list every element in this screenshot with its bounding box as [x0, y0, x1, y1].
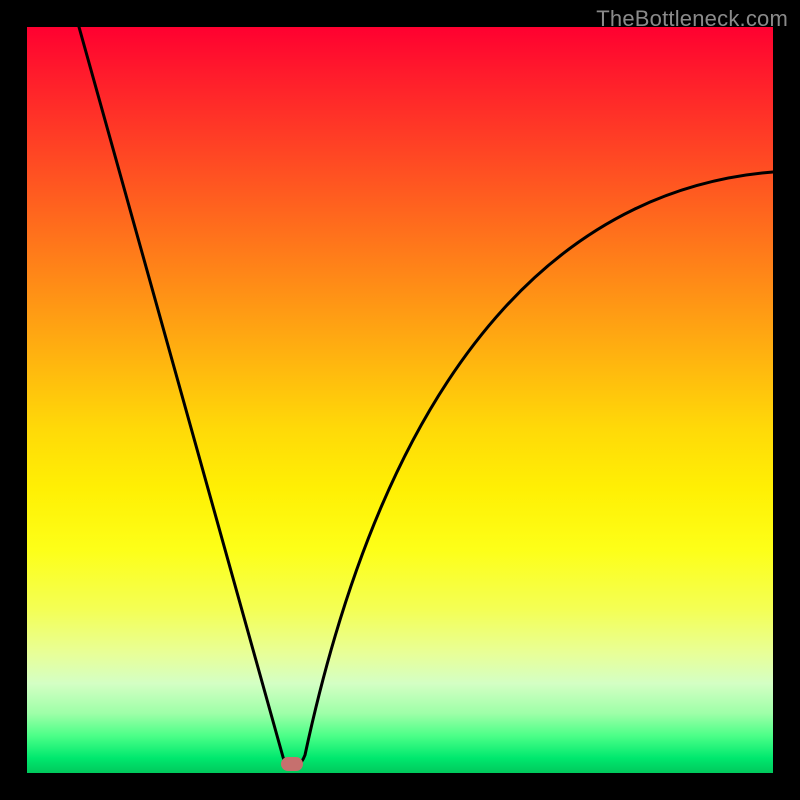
- chart-area: [27, 27, 773, 773]
- minimum-marker: [281, 757, 303, 771]
- bottleneck-curve: [27, 27, 773, 773]
- watermark-text: TheBottleneck.com: [596, 6, 788, 32]
